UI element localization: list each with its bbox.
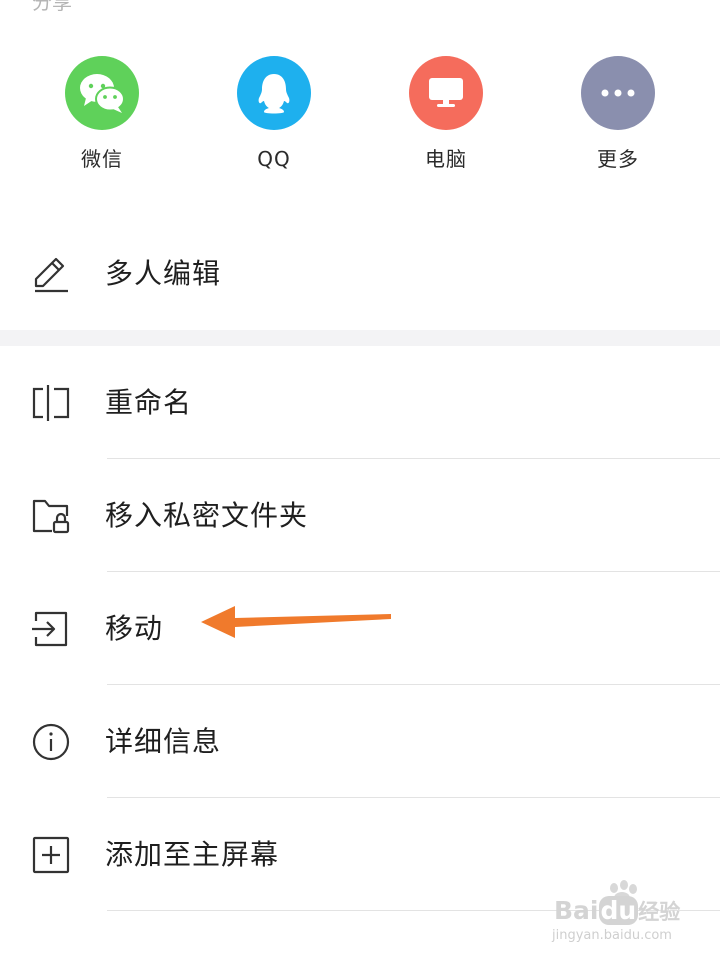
watermark-logo: Baidu经验 jingyan.baidu.com: [552, 880, 712, 950]
share-wechat-label: 微信: [81, 147, 123, 171]
qq-icon: [237, 56, 311, 130]
share-computer-button[interactable]: 电脑: [376, 56, 516, 182]
menu-item-details-label: 详细信息: [105, 725, 222, 758]
menu-item-private-folder[interactable]: 移入私密文件夹: [0, 460, 720, 572]
share-qq-button[interactable]: QQ: [204, 56, 344, 182]
private-folder-icon: [30, 496, 72, 536]
info-icon: [30, 722, 72, 762]
watermark-brand: Bai: [554, 896, 599, 925]
rename-icon: [30, 383, 72, 423]
menu-item-private-folder-label: 移入私密文件夹: [105, 499, 309, 532]
computer-icon: [409, 56, 483, 130]
share-wechat-button[interactable]: 微信: [32, 56, 172, 182]
menu-item-details[interactable]: 详细信息: [0, 686, 720, 798]
share-qq-label: QQ: [257, 147, 291, 171]
move-icon: [30, 609, 72, 649]
row-divider: [107, 571, 720, 572]
watermark-product: 经验: [638, 900, 681, 924]
watermark-url: jingyan.baidu.com: [552, 928, 672, 943]
share-section-title: 分享: [32, 0, 72, 14]
menu-item-rename-label: 重命名: [105, 386, 193, 419]
row-divider: [107, 684, 720, 685]
pencil-icon: [30, 254, 72, 294]
add-to-home-icon: [30, 835, 72, 875]
menu-item-move-label: 移动: [105, 612, 164, 645]
share-computer-label: 电脑: [425, 147, 467, 171]
menu-item-collab-edit-label: 多人编辑: [105, 257, 222, 290]
menu-item-add-to-home-label: 添加至主屏幕: [105, 838, 280, 871]
share-more-button[interactable]: 更多: [548, 56, 688, 182]
watermark-brand-suffix: du: [598, 896, 639, 925]
section-divider: [0, 330, 720, 346]
row-divider: [107, 797, 720, 798]
menu-item-rename[interactable]: 重命名: [0, 347, 720, 459]
menu-item-collab-edit[interactable]: 多人编辑: [0, 218, 720, 330]
wechat-icon: [65, 56, 139, 130]
row-divider: [107, 458, 720, 459]
more-icon: [581, 56, 655, 130]
share-more-label: 更多: [597, 147, 639, 171]
annotation-arrow-icon: [201, 606, 391, 638]
